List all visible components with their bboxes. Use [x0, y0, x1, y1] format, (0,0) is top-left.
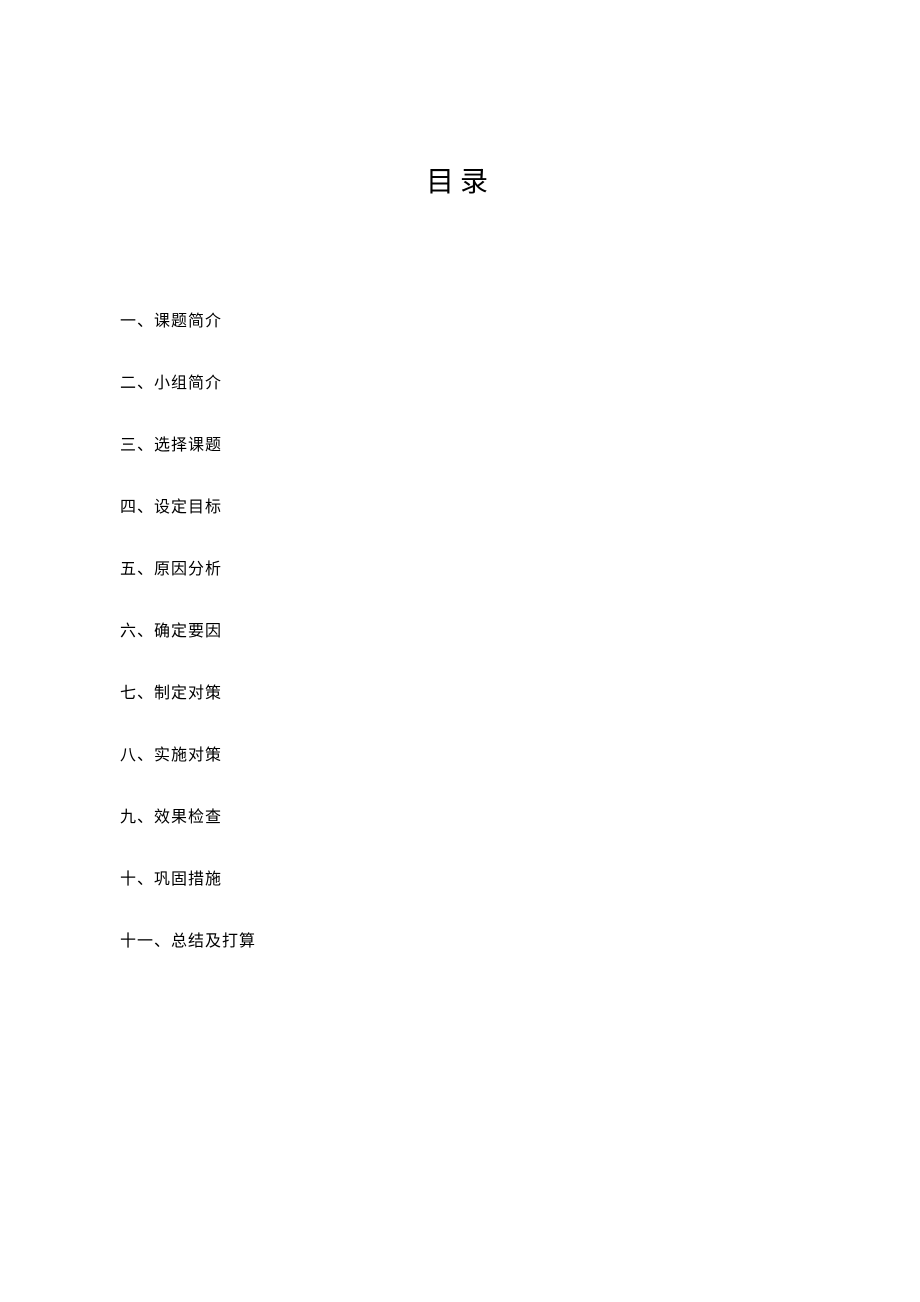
- toc-list: 一、课题简介 二、小组简介 三、选择课题 四、设定目标 五、原因分析 六、确定要…: [120, 310, 800, 954]
- page-title: 目录: [120, 160, 800, 200]
- toc-item: 八、实施对策: [120, 744, 800, 768]
- toc-item: 九、效果检查: [120, 806, 800, 830]
- toc-item: 三、选择课题: [120, 434, 800, 458]
- toc-item: 二、小组简介: [120, 372, 800, 396]
- toc-item: 七、制定对策: [120, 682, 800, 706]
- toc-item: 一、课题简介: [120, 310, 800, 334]
- toc-item: 四、设定目标: [120, 496, 800, 520]
- toc-item: 十一、总结及打算: [120, 930, 800, 954]
- document-page: 目录 一、课题简介 二、小组简介 三、选择课题 四、设定目标 五、原因分析 六、…: [0, 0, 920, 954]
- toc-item: 五、原因分析: [120, 558, 800, 582]
- toc-item: 十、巩固措施: [120, 868, 800, 892]
- toc-item: 六、确定要因: [120, 620, 800, 644]
